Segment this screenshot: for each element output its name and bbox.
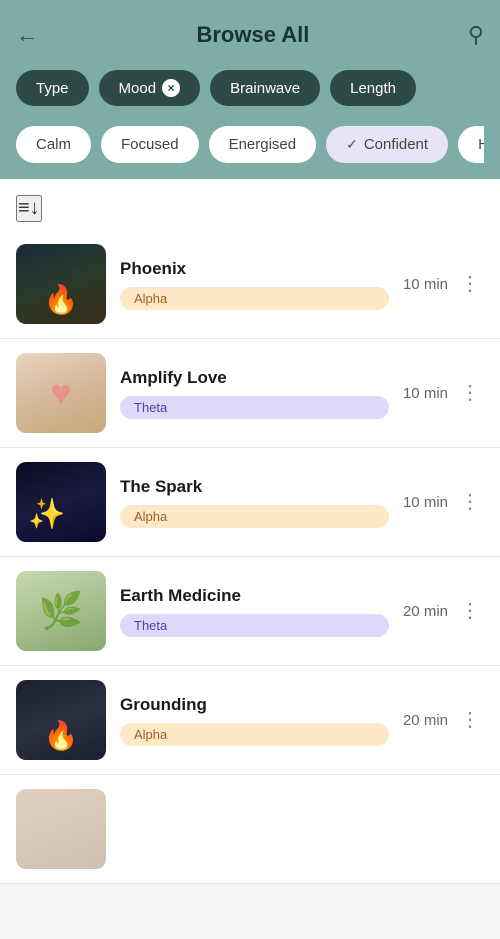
filter-tabs-row: Type Mood × Brainwave Length	[16, 60, 484, 116]
filter-tab-mood[interactable]: Mood ×	[99, 70, 201, 106]
search-button[interactable]: ⚲	[468, 22, 484, 48]
item-right-phoenix: 10 min ⋮	[403, 270, 484, 298]
item-thumbnail-amplify: ♥	[16, 353, 106, 433]
item-more-earth[interactable]: ⋮	[456, 597, 484, 625]
filter-tab-brainwave[interactable]: Brainwave	[210, 70, 320, 106]
item-more-grounding[interactable]: ⋮	[456, 706, 484, 734]
main-content: ≡↓ 🔥 Phoenix Alpha 10 min ⋮ ♥ Amplify Lo…	[0, 179, 500, 884]
mood-tab-focused[interactable]: Focused	[101, 126, 199, 163]
item-more-amplify[interactable]: ⋮	[456, 379, 484, 407]
mood-tab-calm-label: Calm	[36, 136, 71, 153]
item-right-earth: 20 min ⋮	[403, 597, 484, 625]
list-item: 🌿 Earth Medicine Theta 20 min ⋮	[0, 557, 500, 666]
sort-bar: ≡↓	[0, 179, 500, 230]
search-icon: ⚲	[468, 22, 484, 48]
item-tag-earth: Theta	[120, 614, 389, 637]
fire-icon-2: 🔥	[44, 719, 79, 752]
item-more-spark[interactable]: ⋮	[456, 488, 484, 516]
item-tag-spark: Alpha	[120, 505, 389, 528]
page-title: Browse All	[38, 22, 468, 48]
sort-button[interactable]: ≡↓	[16, 195, 42, 222]
list-item: ♥ Amplify Love Theta 10 min ⋮	[0, 339, 500, 448]
back-button[interactable]: ←	[16, 22, 38, 48]
item-info-amplify: Amplify Love Theta	[120, 368, 389, 419]
item-right-spark: 10 min ⋮	[403, 488, 484, 516]
mood-tab-happy-label: Hap...	[478, 136, 484, 153]
mood-tab-focused-label: Focused	[121, 136, 179, 153]
header-top: ← Browse All ⚲	[16, 12, 484, 60]
item-tag-phoenix: Alpha	[120, 287, 389, 310]
header: ← Browse All ⚲ Type Mood × Brainwave Len…	[0, 0, 500, 179]
item-name-grounding: Grounding	[120, 695, 389, 715]
mood-tab-happy[interactable]: Hap...	[458, 126, 484, 163]
item-duration-earth: 20 min	[403, 603, 448, 620]
item-name-spark: The Spark	[120, 477, 389, 497]
mood-close-icon[interactable]: ×	[162, 79, 180, 97]
item-thumbnail-phoenix: 🔥	[16, 244, 106, 324]
item-thumbnail-last	[16, 789, 106, 869]
filter-tab-type-label: Type	[36, 80, 69, 97]
list-item: ✨ The Spark Alpha 10 min ⋮	[0, 448, 500, 557]
mood-tab-calm[interactable]: Calm	[16, 126, 91, 163]
back-icon: ←	[16, 22, 38, 48]
sparkle-icon: ✨	[28, 497, 65, 532]
filter-tab-mood-label: Mood	[119, 80, 157, 97]
item-duration-spark: 10 min	[403, 494, 448, 511]
filter-tab-length-label: Length	[350, 80, 396, 97]
mood-tabs-row: Calm Focused Energised Confident Hap...	[16, 116, 484, 179]
list-item: 🔥 Grounding Alpha 20 min ⋮	[0, 666, 500, 775]
app-root: ← Browse All ⚲ Type Mood × Brainwave Len…	[0, 0, 500, 884]
item-more-phoenix[interactable]: ⋮	[456, 270, 484, 298]
filter-tab-brainwave-label: Brainwave	[230, 80, 300, 97]
mood-tab-energised[interactable]: Energised	[209, 126, 317, 163]
item-right-amplify: 10 min ⋮	[403, 379, 484, 407]
item-name-earth: Earth Medicine	[120, 586, 389, 606]
mood-tab-confident-label: Confident	[364, 136, 428, 153]
mood-tab-energised-label: Energised	[229, 136, 297, 153]
list-item: 🔥 Phoenix Alpha 10 min ⋮	[0, 230, 500, 339]
filter-tab-length[interactable]: Length	[330, 70, 416, 106]
item-duration-phoenix: 10 min	[403, 276, 448, 293]
mood-tab-confident[interactable]: Confident	[326, 126, 448, 163]
item-thumbnail-spark: ✨	[16, 462, 106, 542]
item-duration-amplify: 10 min	[403, 385, 448, 402]
fire-icon: 🔥	[44, 283, 79, 316]
item-name-amplify: Amplify Love	[120, 368, 389, 388]
item-duration-grounding: 20 min	[403, 712, 448, 729]
filter-tab-type[interactable]: Type	[16, 70, 89, 106]
item-info-earth: Earth Medicine Theta	[120, 586, 389, 637]
list-item-partial	[0, 775, 500, 884]
item-thumbnail-grounding: 🔥	[16, 680, 106, 760]
item-info-spark: The Spark Alpha	[120, 477, 389, 528]
item-info-phoenix: Phoenix Alpha	[120, 259, 389, 310]
item-thumbnail-earth: 🌿	[16, 571, 106, 651]
item-tag-grounding: Alpha	[120, 723, 389, 746]
heart-icon: ♥	[50, 372, 71, 414]
item-tag-amplify: Theta	[120, 396, 389, 419]
item-info-grounding: Grounding Alpha	[120, 695, 389, 746]
leaf-icon: 🌿	[39, 590, 84, 632]
item-right-grounding: 20 min ⋮	[403, 706, 484, 734]
item-name-phoenix: Phoenix	[120, 259, 389, 279]
